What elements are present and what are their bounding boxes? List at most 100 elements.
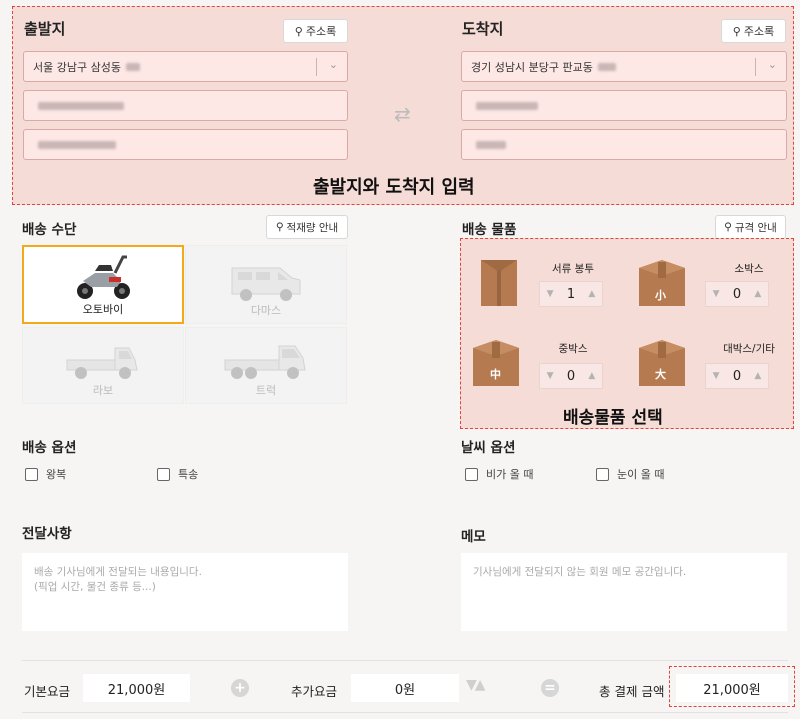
pickup-truck-icon	[66, 347, 138, 379]
blurred-text	[38, 140, 116, 149]
checkbox[interactable]	[25, 467, 38, 481]
quantity-value: 0	[732, 286, 742, 302]
decrease-icon[interactable]: ▼	[713, 289, 720, 299]
quantity-value: 0	[732, 368, 742, 384]
option-express[interactable]: 특송	[157, 466, 198, 482]
option-rain[interactable]: 비가 올 때	[465, 466, 533, 482]
vehicle-label: 오토바이	[82, 303, 124, 316]
search-icon: ⚲	[275, 221, 284, 233]
destination-title: 도착지	[462, 20, 504, 38]
memo-textarea[interactable]: 기사님에게 전달되지 않는 회원 메모 공간입니다.	[461, 553, 787, 631]
vehicle-truck[interactable]: 트럭	[185, 327, 347, 404]
option-snow[interactable]: 눈이 올 때	[596, 466, 664, 482]
origin-address-book-button[interactable]: ⚲ 주소록	[283, 19, 348, 43]
blurred-text	[38, 101, 124, 110]
item-medium-box: 中 중박스 ▼ 0 ▲	[463, 328, 627, 404]
size-badge: 大	[655, 368, 666, 381]
increase-icon[interactable]: ▲	[754, 289, 761, 299]
capacity-guide-label: 적재량 안내	[286, 221, 339, 234]
motorcycle-icon	[77, 255, 130, 299]
search-icon: ⚲	[732, 24, 741, 38]
search-icon: ⚲	[294, 24, 303, 38]
chevron-down-icon: ⌄	[767, 58, 777, 71]
checkbox[interactable]	[596, 467, 609, 481]
origin-title: 출발지	[24, 20, 66, 38]
destination-contact-field[interactable]	[461, 129, 787, 160]
decrease-icon[interactable]: ▼	[547, 371, 554, 381]
divider	[755, 58, 756, 76]
total-value: 21,000원	[676, 674, 788, 702]
capacity-guide-button[interactable]: ⚲ 적재량 안내	[266, 215, 348, 239]
increase-icon[interactable]: ▲	[588, 371, 595, 381]
vehicle-motorcycle[interactable]: 오토바이	[22, 245, 184, 324]
equals-icon: =	[541, 679, 559, 697]
blurred-text	[476, 140, 506, 149]
extra-fee-value: 0원	[351, 674, 459, 702]
address-book-label: 주소록	[305, 25, 337, 38]
destination-detail-field[interactable]	[461, 90, 787, 121]
destination-address-select[interactable]: 경기 성남시 분당구 판교동 ⌄	[461, 51, 787, 82]
weather-options-title: 날씨 옵션	[461, 440, 516, 456]
size-guide-button[interactable]: ⚲ 규격 안내	[715, 215, 786, 239]
item-name: 서류 봉투	[552, 263, 594, 275]
transport-title: 배송 수단	[22, 222, 77, 238]
item-name: 중박스	[558, 343, 588, 355]
chevron-down-icon: ⌄	[328, 58, 338, 71]
truck-icon	[224, 345, 306, 379]
message-title: 전달사항	[22, 526, 72, 542]
option-label: 눈이 올 때	[617, 468, 665, 481]
quantity-stepper[interactable]: ▼ 0 ▲	[705, 281, 769, 307]
message-textarea[interactable]: 배송 기사님에게 전달되는 내용입니다. (픽업 시간, 물건 종류 등...)	[22, 553, 348, 631]
item-envelope: 서류 봉투 ▼ 1 ▲	[463, 248, 627, 324]
quantity-stepper[interactable]: ▼ 0 ▲	[539, 363, 603, 389]
divider	[316, 58, 317, 76]
size-badge: 中	[490, 368, 501, 381]
origin-contact-field[interactable]	[23, 129, 348, 160]
size-guide-label: 규격 안내	[734, 221, 777, 234]
increase-icon[interactable]: ▲	[754, 371, 761, 381]
vehicle-label: 다마스	[250, 304, 282, 317]
increase-icon[interactable]: ▲	[588, 289, 595, 299]
vehicle-label: 트럭	[255, 384, 277, 397]
origin-address-select[interactable]: 서울 강남구 삼성동 ⌄	[23, 51, 348, 82]
divider	[22, 660, 788, 661]
item-name: 소박스	[734, 263, 764, 275]
memo-title: 메모	[461, 529, 486, 545]
quantity-stepper[interactable]: ▼ 0 ▲	[705, 363, 769, 389]
option-round-trip[interactable]: 왕복	[25, 466, 66, 482]
base-fee-value: 21,000원	[83, 674, 190, 702]
destination-address-text: 경기 성남시 분당구 판교동	[471, 60, 593, 74]
items-overlay-label: 배송물품 선택	[563, 408, 663, 428]
quantity-value: 0	[566, 368, 576, 384]
fee-stepper-icon[interactable]: ▼▲	[466, 677, 485, 693]
blurred-text	[597, 62, 616, 71]
divider	[22, 712, 788, 713]
address-book-label: 주소록	[743, 25, 775, 38]
quantity-stepper[interactable]: ▼ 1 ▲	[539, 281, 603, 307]
quantity-value: 1	[566, 286, 576, 302]
checkbox[interactable]	[157, 467, 170, 481]
vehicle-labo[interactable]: 라보	[22, 327, 184, 404]
blurred-text	[125, 62, 140, 71]
extra-fee-label: 추가요금	[291, 684, 338, 699]
origin-address-text: 서울 강남구 삼성동	[33, 60, 121, 74]
decrease-icon[interactable]: ▼	[547, 289, 554, 299]
option-label: 비가 올 때	[486, 468, 534, 481]
items-section: 서류 봉투 ▼ 1 ▲ 小 소박스 ▼ 0 ▲ 中 중박스 ▼ 0 ▲ 大 대박…	[460, 238, 794, 429]
plus-icon: +	[231, 679, 249, 697]
envelope-icon	[481, 260, 517, 306]
destination-address-book-button[interactable]: ⚲ 주소록	[721, 19, 786, 43]
option-label: 왕복	[46, 468, 67, 481]
checkbox[interactable]	[465, 467, 478, 481]
swap-icon[interactable]: ⇄	[394, 102, 411, 126]
delivery-options-title: 배송 옵션	[22, 440, 77, 456]
option-label: 특송	[178, 468, 199, 481]
decrease-icon[interactable]: ▼	[713, 371, 720, 381]
address-overlay-label: 출발지와 도착지 입력	[313, 177, 475, 198]
base-fee-label: 기본요금	[24, 684, 71, 699]
items-title: 배송 물품	[462, 222, 517, 238]
vehicle-label: 라보	[92, 384, 114, 397]
blurred-text	[476, 101, 538, 110]
vehicle-damas[interactable]: 다마스	[185, 245, 347, 324]
origin-detail-field[interactable]	[23, 90, 348, 121]
